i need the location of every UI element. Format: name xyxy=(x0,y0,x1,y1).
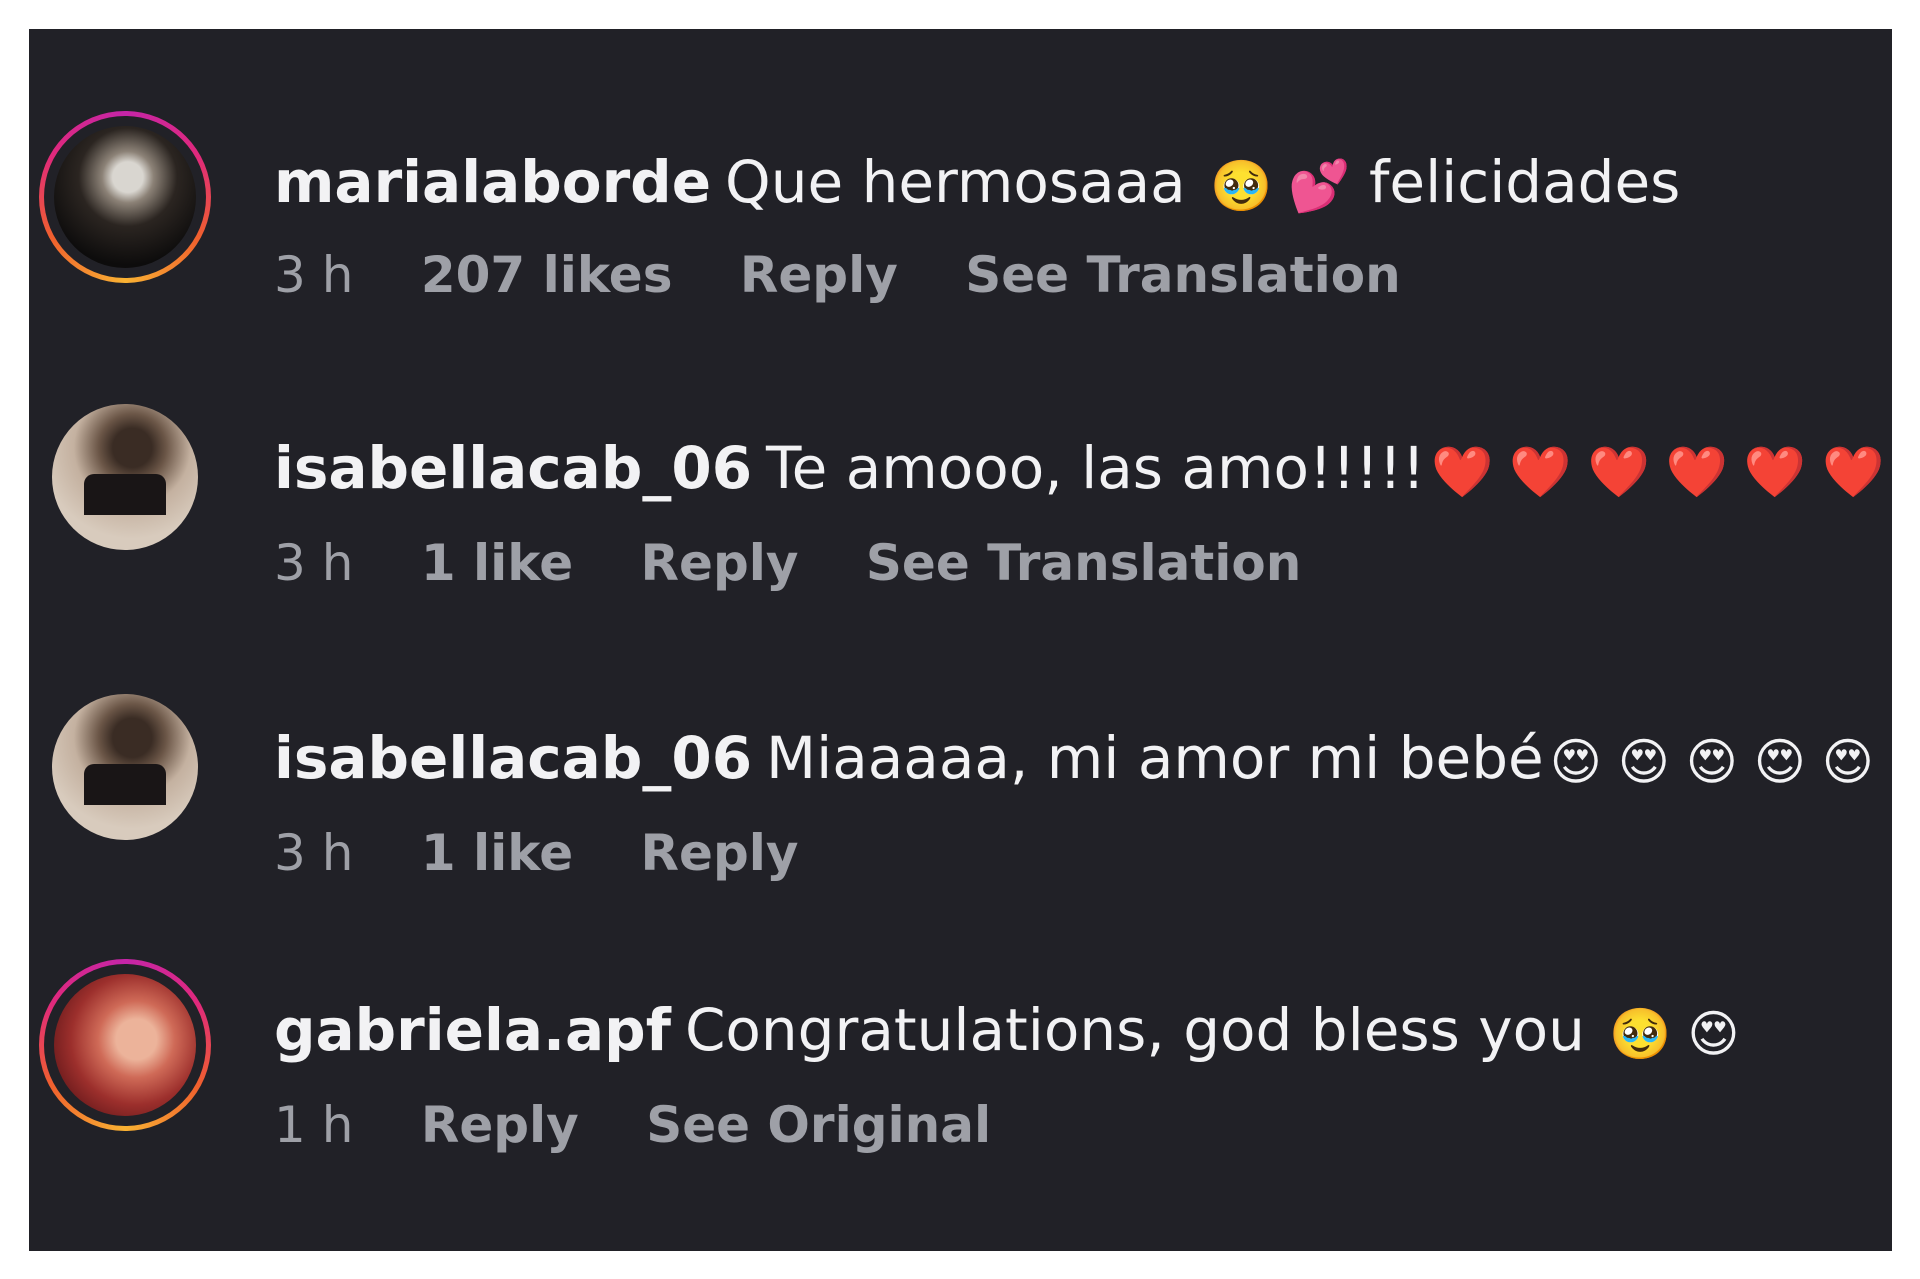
avatar[interactable] xyxy=(39,111,211,283)
comment-username[interactable]: gabriela.apf xyxy=(274,996,671,1064)
emoji-group: ❤️ ❤️ ❤️ ❤️ ❤️ ❤️ ❤️ xyxy=(1431,442,1892,501)
comment-time: 3 h xyxy=(274,246,354,304)
comment-body: isabellacab_06 Te amooo, las amo!!!!! ❤️ ❤… xyxy=(274,423,1892,513)
emoji-group: 🥹 😍 xyxy=(1609,1004,1740,1063)
comment-username[interactable]: isabellacab_06 xyxy=(274,434,752,502)
comment-text: Congratulations, god bless you xyxy=(684,996,1585,1064)
comment-text: Que hermosaaa xyxy=(725,148,1186,216)
see-translation-link[interactable]: See Translation xyxy=(965,246,1400,304)
comment-time: 3 h xyxy=(274,534,354,592)
comment-text: Miaaaaa, mi amor mi bebé xyxy=(766,724,1544,792)
comment-text: Te amooo, las amo!!!!! xyxy=(766,434,1426,502)
comment-meta: 3 h 207 likes Reply See Translation xyxy=(274,245,1451,305)
avatar[interactable] xyxy=(39,681,211,853)
comment-body: marialaborde Que hermosaaa 🥹 💕 felicidade… xyxy=(274,137,1680,227)
comment-username[interactable]: marialaborde xyxy=(274,148,711,216)
comment-body: isabellacab_06 Miaaaaa, mi amor mi bebé 😍 … xyxy=(274,713,1874,803)
avatar[interactable] xyxy=(39,391,211,563)
comment-body: gabriela.apf Congratulations, god bless y… xyxy=(274,985,1740,1075)
reply-button[interactable]: Reply xyxy=(421,1096,579,1154)
reply-button[interactable]: Reply xyxy=(641,824,799,882)
comment-time: 3 h xyxy=(274,824,354,882)
avatar[interactable] xyxy=(39,959,211,1131)
comment-text-after: felicidades xyxy=(1368,148,1681,216)
emoji-group: 😍 😍 😍 😍 😍 xyxy=(1549,732,1874,791)
comments-panel: marialaborde Que hermosaaa 🥹 💕 felicidade… xyxy=(29,29,1892,1251)
emoji-group: 🥹 💕 xyxy=(1210,156,1351,215)
comment-meta: 1 h Reply See Original xyxy=(274,1095,1041,1155)
comment-meta: 3 h 1 like Reply xyxy=(274,823,848,883)
comment-username[interactable]: isabellacab_06 xyxy=(274,724,752,792)
see-original-link[interactable]: See Original xyxy=(646,1096,991,1154)
likes-count[interactable]: 1 like xyxy=(421,534,573,592)
reply-button[interactable]: Reply xyxy=(740,246,898,304)
comment-meta: 3 h 1 like Reply See Translation xyxy=(274,533,1351,593)
likes-count[interactable]: 1 like xyxy=(421,824,573,882)
comment-time: 1 h xyxy=(274,1096,354,1154)
likes-count[interactable]: 207 likes xyxy=(421,246,673,304)
see-translation-link[interactable]: See Translation xyxy=(866,534,1301,592)
reply-button[interactable]: Reply xyxy=(641,534,799,592)
